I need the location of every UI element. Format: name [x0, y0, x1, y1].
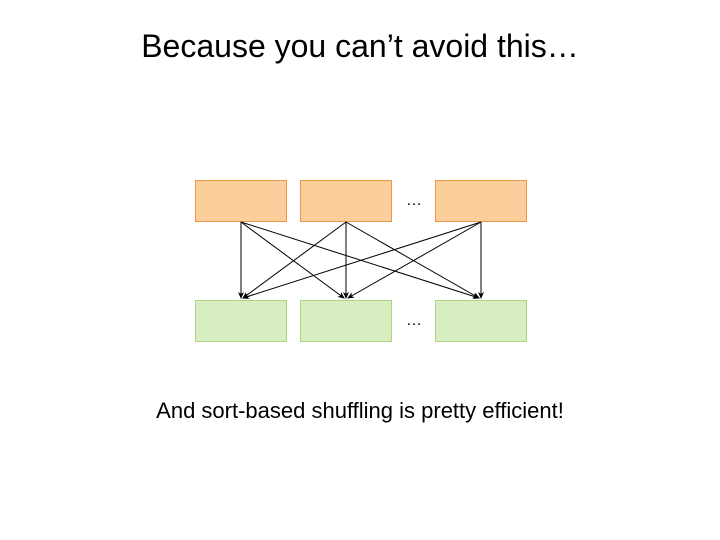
top-ellipsis: …	[406, 192, 422, 210]
slide-caption: And sort-based shuffling is pretty effic…	[0, 398, 720, 424]
source-box-1	[300, 180, 392, 222]
source-box-0	[195, 180, 287, 222]
source-box-2	[435, 180, 527, 222]
slide: Because you can’t avoid this… … … A	[0, 0, 720, 540]
dest-box-2	[435, 300, 527, 342]
dest-box-1	[300, 300, 392, 342]
bottom-ellipsis: …	[406, 312, 422, 330]
slide-title: Because you can’t avoid this…	[0, 28, 720, 65]
dest-box-0	[195, 300, 287, 342]
shuffle-arrows	[0, 0, 720, 540]
